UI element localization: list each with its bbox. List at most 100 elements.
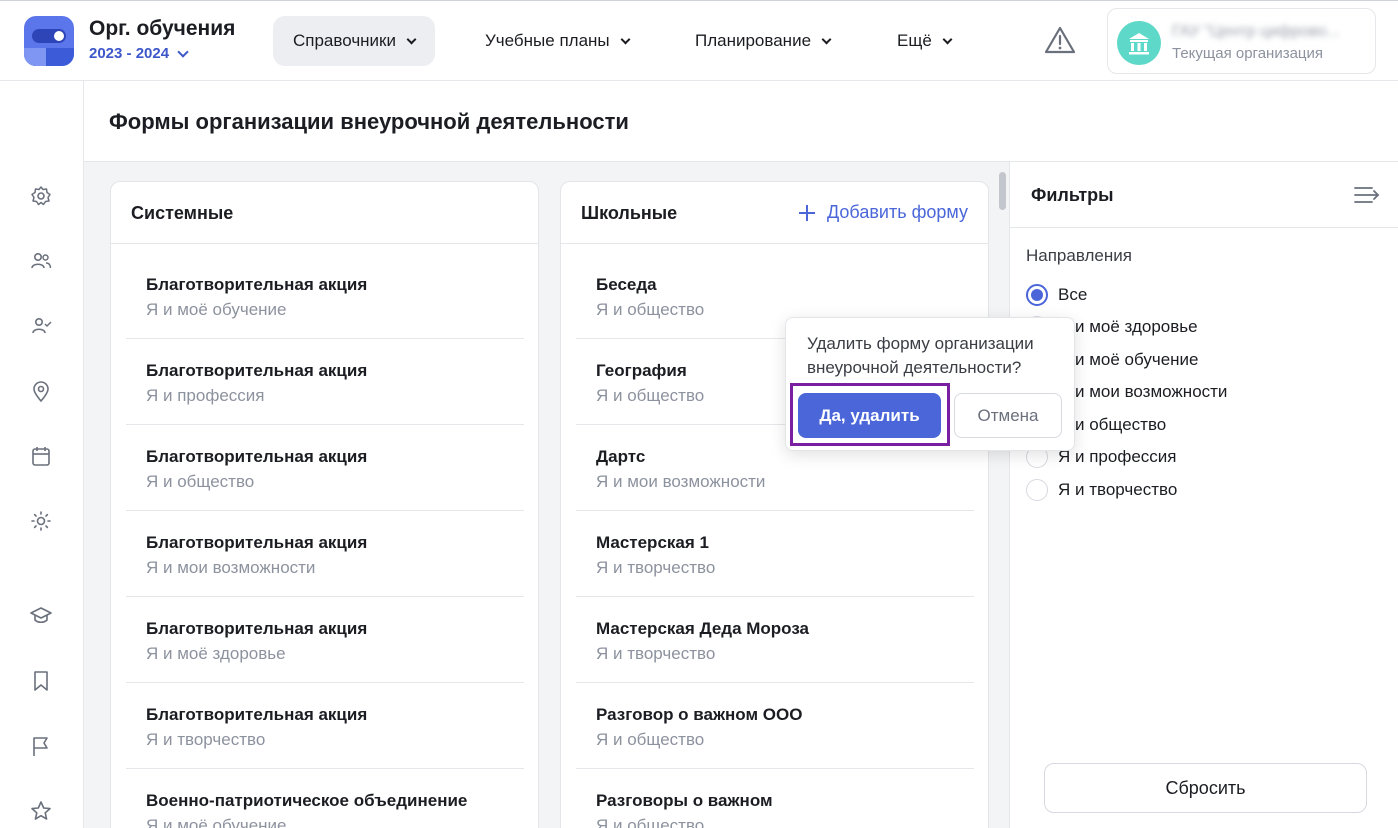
filter-option-label: Я и моё здоровье (1058, 317, 1198, 336)
users-icon[interactable] (30, 250, 52, 272)
form-direction: Я и общество (596, 816, 705, 828)
content-scrollbar[interactable] (997, 162, 1009, 828)
form-direction: Я и творчество (146, 730, 266, 749)
system-panel-title: Системные (131, 203, 234, 223)
chevron-down-icon (406, 34, 417, 44)
list-item[interactable]: Благотворительная акция Я и мои возможно… (126, 511, 524, 597)
chevron-down-icon (942, 34, 953, 44)
filter-option-all[interactable]: Все (1026, 283, 1087, 307)
form-title: Беседа (596, 275, 657, 294)
nav-curricula[interactable]: Учебные планы (465, 16, 649, 66)
location-pin-icon[interactable] (30, 380, 52, 402)
form-direction: Я и мои возможности (596, 472, 766, 491)
radio-button[interactable] (1026, 284, 1048, 306)
delete-confirm-popover: Удалить форму организации внеурочной дея… (785, 317, 1075, 451)
filter-option-creativity[interactable]: Я и творчество (1026, 478, 1177, 502)
graduation-cap-icon[interactable] (30, 605, 52, 627)
nav-more[interactable]: Ещё (877, 16, 971, 66)
list-item[interactable]: Благотворительная акция Я и профессия (126, 339, 524, 425)
form-title: Мастерская Деда Мороза (596, 619, 810, 638)
form-direction: Я и общество (146, 472, 255, 491)
nav-planning-label: Планирование (695, 31, 812, 50)
warning-triangle-icon[interactable] (1044, 26, 1076, 54)
organization-name: ГАУ "Центр цифрово... (1172, 23, 1340, 40)
add-form-button[interactable]: Добавить форму (799, 202, 968, 223)
confirm-delete-button[interactable]: Да, удалить (798, 393, 941, 438)
flag-icon[interactable] (30, 735, 52, 757)
form-title: Благотворительная акция (146, 705, 368, 724)
filter-option-label: Я и профессия (1058, 447, 1177, 466)
form-direction: Я и общество (596, 386, 705, 405)
user-check-icon[interactable] (30, 315, 52, 337)
school-forms-panel: Школьные Добавить форму Беседа Я и общес… (560, 181, 989, 828)
organization-avatar (1117, 21, 1161, 65)
sun-icon[interactable] (30, 510, 52, 532)
list-item[interactable]: Военно-патриотическое объединение Я и мо… (126, 769, 524, 828)
list-item[interactable]: Разговор о важном ООО Я и общество (576, 683, 974, 769)
system-forms-panel: Системные Благотворительная акция Я и мо… (110, 181, 539, 828)
filters-panel: Фильтры Направления Все Я и моё здоровье… (1009, 162, 1398, 828)
form-title: Разговор о важном ООО (596, 705, 803, 724)
reset-filters-button[interactable]: Сбросить (1044, 763, 1367, 813)
bank-building-icon (1129, 33, 1149, 55)
bookmark-icon[interactable] (30, 670, 52, 692)
academic-year-label: 2023 - 2024 (89, 45, 170, 62)
left-sidebar (0, 81, 84, 828)
filter-option-label: Я и творчество (1058, 480, 1178, 499)
form-direction: Я и профессия (146, 386, 265, 405)
form-title: Благотворительная акция (146, 447, 368, 466)
nav-planning[interactable]: Планирование (675, 16, 850, 66)
cancel-button[interactable]: Отмена (954, 393, 1062, 438)
app-logo-icon[interactable] (24, 16, 74, 66)
list-item[interactable]: Благотворительная акция Я и общество (126, 425, 524, 511)
radio-button[interactable] (1026, 479, 1048, 501)
settings-icon[interactable] (30, 185, 52, 207)
school-panel-header: Школьные Добавить форму (561, 182, 988, 244)
nav-curricula-label: Учебные планы (485, 31, 610, 50)
collapse-panel-icon[interactable] (1354, 186, 1380, 204)
forms-content-area: Системные Благотворительная акция Я и мо… (84, 162, 1009, 828)
system-panel-header: Системные (111, 182, 538, 244)
directions-group-label: Направления (1026, 246, 1132, 265)
list-item[interactable]: Мастерская Деда Мороза Я и творчество (576, 597, 974, 683)
chevron-down-icon (177, 45, 189, 58)
star-icon[interactable] (30, 800, 52, 822)
form-title: Военно-патриотическое объединение (146, 791, 468, 810)
form-direction: Я и общество (596, 730, 705, 749)
filter-option-label: Я и моё обучение (1058, 350, 1199, 369)
filters-title: Фильтры (1031, 185, 1114, 205)
form-title: Благотворительная акция (146, 533, 368, 552)
list-item[interactable]: Благотворительная акция Я и творчество (126, 683, 524, 769)
list-item[interactable]: Благотворительная акция Я и моё обучение (126, 253, 524, 339)
scrollbar-thumb[interactable] (999, 172, 1006, 210)
filter-option-label: Я и мои возможности (1058, 382, 1228, 401)
page-title-bar: Формы организации внеурочной деятельност… (84, 81, 1398, 162)
list-item[interactable]: Разговоры о важном Я и общество (576, 769, 974, 828)
list-item[interactable]: Благотворительная акция Я и моё здоровье (126, 597, 524, 683)
form-direction: Я и творчество (596, 558, 716, 577)
form-title: Благотворительная акция (146, 361, 368, 380)
calendar-icon[interactable] (30, 445, 52, 467)
brand-title: Орг. обучения (89, 17, 236, 40)
chevron-down-icon (821, 34, 832, 44)
current-organization-card[interactable]: ГАУ "Центр цифрово... Текущая организаци… (1107, 8, 1376, 74)
organization-subtitle: Текущая организация (1172, 45, 1324, 62)
nav-more-label: Ещё (897, 31, 932, 50)
form-title: Мастерская 1 (596, 533, 709, 552)
form-direction: Я и моё здоровье (146, 644, 286, 663)
form-title: Дартс (596, 447, 646, 466)
form-title: Разговоры о важном (596, 791, 773, 810)
delete-confirm-question: Удалить форму организации внеурочной дея… (807, 334, 1034, 377)
page-title: Формы организации внеурочной деятельност… (109, 109, 629, 134)
nav-directories[interactable]: Справочники (273, 16, 435, 66)
filters-header: Фильтры (1010, 162, 1398, 228)
filter-option-label: Все (1058, 285, 1088, 304)
plus-icon (799, 204, 816, 221)
chevron-down-icon (620, 34, 631, 44)
form-title: География (596, 361, 687, 380)
list-item[interactable]: Мастерская 1 Я и творчество (576, 511, 974, 597)
academic-year-selector[interactable]: 2023 - 2024 (89, 45, 189, 62)
form-title: Благотворительная акция (146, 619, 368, 638)
form-direction: Я и моё обучение (146, 300, 287, 319)
form-direction: Я и творчество (596, 644, 716, 663)
